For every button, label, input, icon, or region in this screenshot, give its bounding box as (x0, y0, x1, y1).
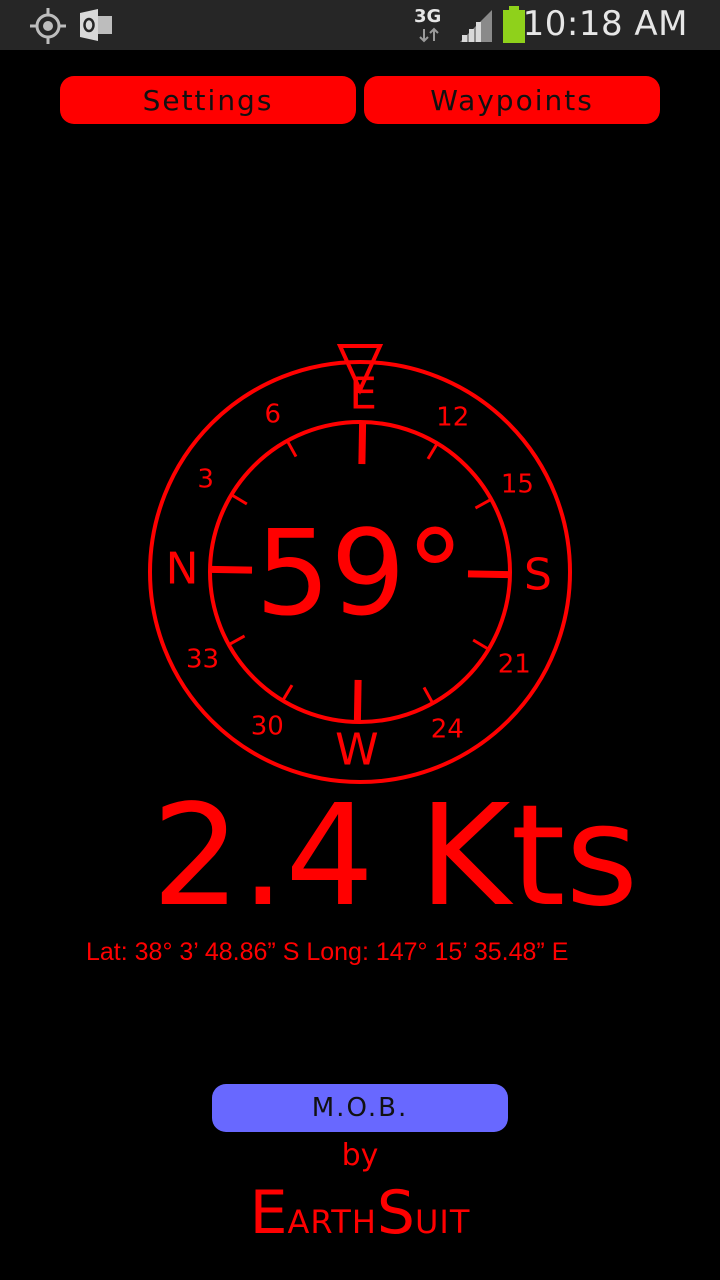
minor-tick (472, 638, 490, 651)
brand-logo: EARTHSUIT (0, 1178, 720, 1263)
bearing-label: 12 (436, 403, 469, 433)
credit-by-label: by (341, 1138, 379, 1173)
bearing-label: 33 (186, 644, 219, 674)
brand-letters: S (376, 1178, 415, 1248)
settings-button[interactable]: Settings (60, 76, 356, 124)
minor-tick (285, 440, 298, 458)
brand-letters: UIT (415, 1203, 471, 1241)
minor-tick (281, 684, 294, 702)
brand-letters: E (249, 1178, 288, 1248)
cardinal-label-e: E (349, 369, 377, 420)
cardinal-tick (353, 679, 362, 723)
bearing-label: 21 (498, 650, 531, 680)
bearing-label: 30 (251, 711, 284, 741)
position-readout: Lat: 38° 3’ 48.86” S Long: 147° 15’ 35.4… (86, 938, 569, 966)
outlook-icon (80, 9, 112, 41)
minor-tick (426, 442, 439, 460)
status-bar: 3G 10:18 AM (0, 0, 720, 50)
heading-readout: 59° (255, 504, 465, 642)
speed-readout: 2.4 Kts (151, 775, 639, 938)
clock: 10:18 AM (522, 4, 688, 44)
bearing-label: 6 (264, 400, 281, 430)
signal-icon (460, 10, 492, 42)
cardinal-tick (358, 421, 367, 465)
brand-letters: ARTH (287, 1203, 377, 1241)
minor-tick (422, 686, 435, 704)
network-type-label: 3G (414, 6, 442, 27)
cardinal-label-w: W (335, 724, 379, 775)
waypoints-button[interactable]: Waypoints (364, 76, 660, 124)
bearing-label: 15 (501, 470, 534, 500)
bearing-label: 24 (431, 714, 464, 744)
minor-tick (474, 497, 492, 510)
gps-icon (30, 8, 66, 44)
bearing-label: 3 (197, 464, 214, 494)
minor-tick (230, 493, 248, 506)
data-transfer-icon (419, 27, 439, 43)
mob-button[interactable]: M.O.B. (212, 1084, 508, 1132)
